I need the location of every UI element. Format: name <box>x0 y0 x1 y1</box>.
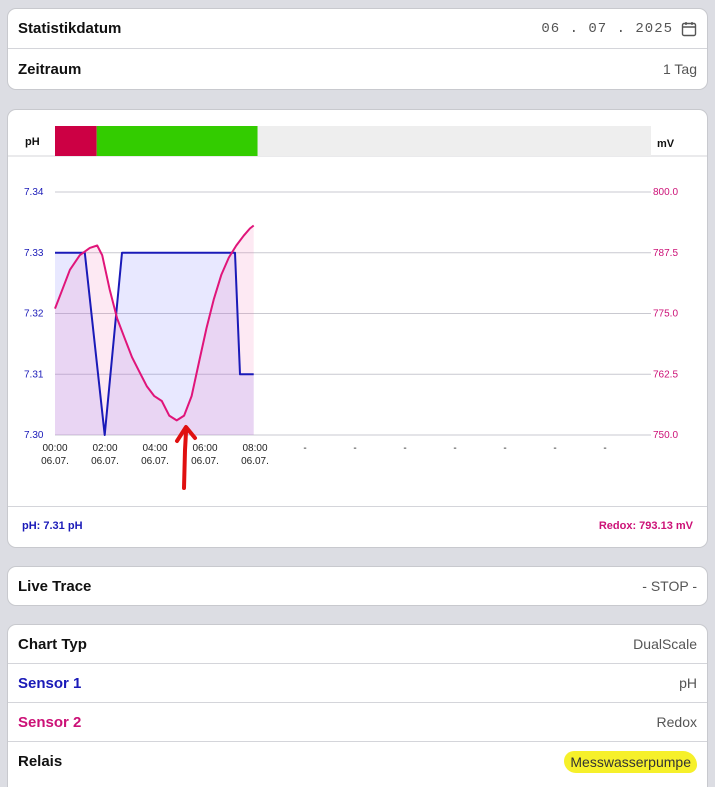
sensor2-value[interactable]: Redox <box>657 714 697 730</box>
y-right-tick: 787.5 <box>653 248 678 259</box>
period-row[interactable]: Zeitraum 1 Tag <box>8 49 707 89</box>
right-axis-unit: mV <box>657 138 675 150</box>
relais-value[interactable]: Messwasserpumpe <box>564 750 697 773</box>
x-tick-time: 02:00 <box>92 443 117 454</box>
live-trace-card: Live Trace - STOP - <box>7 566 708 606</box>
x-tick-date: 06.07. <box>191 456 219 467</box>
y-left-tick: 7.32 <box>24 309 44 320</box>
x-tick-date: 06.07. <box>141 456 169 467</box>
statistics-date-label: Statistikdatum <box>18 20 122 37</box>
chart-type-row[interactable]: Chart Typ DualScale <box>8 625 707 664</box>
annotation-arrow-shaft <box>182 430 188 490</box>
live-trace-status[interactable]: - STOP - <box>642 578 697 594</box>
x-tick-time: - <box>503 443 506 454</box>
calendar-icon[interactable] <box>681 21 697 37</box>
x-tick-date: 06.07. <box>41 456 69 467</box>
x-tick-time: 00:00 <box>42 443 67 454</box>
live-trace-row[interactable]: Live Trace - STOP - <box>8 567 707 605</box>
date-picker[interactable]: 06 . 07 . 2025 <box>541 21 697 37</box>
x-tick-time: - <box>403 443 406 454</box>
ph-current-value: pH: 7.31 pH <box>22 520 83 532</box>
statistics-date-row[interactable]: Statistikdatum 06 . 07 . 2025 <box>8 9 707 49</box>
y-left-tick: 7.31 <box>24 369 44 380</box>
x-tick-time: - <box>353 443 356 454</box>
x-tick-time: - <box>603 443 606 454</box>
x-tick-time: 08:00 <box>242 443 267 454</box>
x-tick-time: 04:00 <box>142 443 167 454</box>
sensor2-row[interactable]: Sensor 2 Redox <box>8 703 707 742</box>
x-tick-time: 06:00 <box>192 443 217 454</box>
left-axis-unit: pH <box>25 136 40 148</box>
chart-settings-card: Chart Typ DualScale Sensor 1 pH Sensor 2… <box>7 624 708 787</box>
y-left-tick: 7.33 <box>24 248 44 259</box>
x-tick-time: - <box>303 443 306 454</box>
chart-type-value[interactable]: DualScale <box>633 636 697 652</box>
y-right-tick: 762.5 <box>653 369 678 380</box>
sensor1-value[interactable]: pH <box>679 675 697 691</box>
y-right-tick: 775.0 <box>653 309 678 320</box>
sensor1-row[interactable]: Sensor 1 pH <box>8 664 707 703</box>
x-tick-date: 06.07. <box>91 456 119 467</box>
relais-label: Relais <box>18 753 63 770</box>
y-right-tick: 750.0 <box>653 430 678 441</box>
chart-card: pH mV 7.34 800.0 7.33 787.5 7.32 775.0 7.31 762.… <box>7 109 708 548</box>
relais-row[interactable]: Relais Messwasserpumpe <box>8 742 707 781</box>
redox-current-value: Redox: 793.13 mV <box>598 520 693 532</box>
status-bar-segment-2 <box>257 126 651 156</box>
dual-scale-chart: pH mV 7.34 800.0 7.33 787.5 7.32 775.0 7.31 762.… <box>8 126 707 490</box>
chart-type-label: Chart Typ <box>18 635 87 653</box>
date-value[interactable]: 06 . 07 . 2025 <box>541 21 673 37</box>
live-trace-label: Live Trace <box>18 577 92 595</box>
y-left-tick: 7.30 <box>24 430 44 441</box>
sensor1-label: Sensor 1 <box>18 674 82 692</box>
x-tick-date: 06.07. <box>241 456 269 467</box>
x-tick-time: - <box>553 443 556 454</box>
date-card: Statistikdatum 06 . 07 . 2025 Zeitraum 1… <box>7 8 708 90</box>
status-bar-segment-0 <box>55 126 97 156</box>
sensor2-label: Sensor 2 <box>18 713 82 731</box>
period-value[interactable]: 1 Tag <box>663 61 697 77</box>
period-label: Zeitraum <box>18 60 82 78</box>
status-bar-segment-1 <box>96 126 258 156</box>
y-right-tick: 800.0 <box>653 187 678 198</box>
x-tick-time: - <box>453 443 456 454</box>
y-left-tick: 7.34 <box>24 187 44 198</box>
chart-footer-divider <box>8 506 707 507</box>
